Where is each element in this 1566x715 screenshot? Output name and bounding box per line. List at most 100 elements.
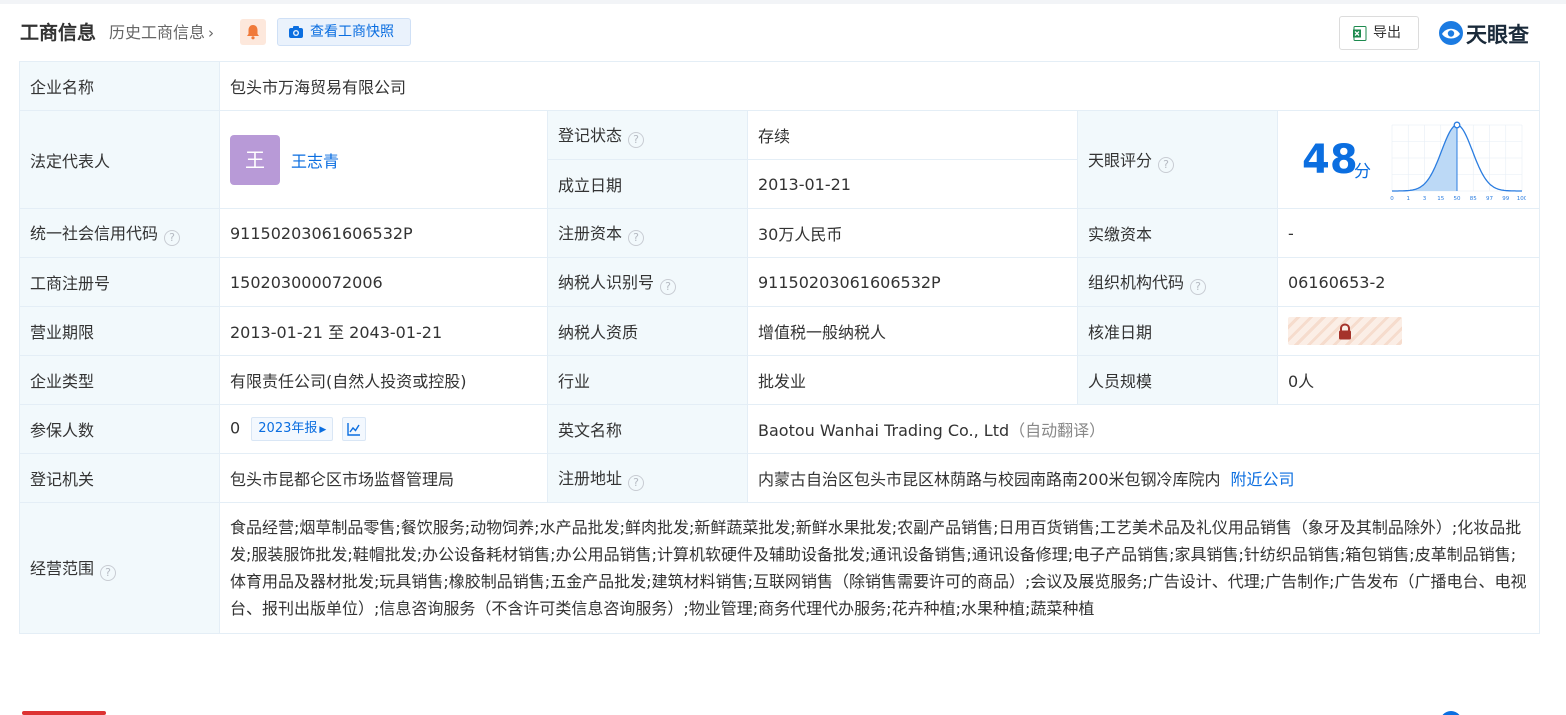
avatar[interactable]: 王 [230,134,280,185]
score-distribution-chart: 0 1 3 15 50 85 97 99 100 [1390,121,1526,202]
reg-capital-label-text: 注册资本 [558,224,623,243]
question-circle-icon[interactable]: ? [660,279,677,295]
section-header: 工商信息 历史工商信息 › 查看工商快照 导出 天眼查 [20,14,1546,52]
table-row: 营业期限 2013-01-21 至 2043-01-21 纳税人资质 增值税一般… [19,306,1541,356]
paid-capital-label: 实缴资本 [1077,208,1278,258]
tianyan-score-cell[interactable]: 48 分 0 1 3 15 50 85 97 99 100 [1276,110,1541,209]
biz-reg-no-label: 工商注册号 [19,257,220,307]
business-scope-value: 食品经营;烟草制品零售;餐饮服务;动物饲养;水产品批发;鲜肉批发;新鲜蔬菜批发;… [218,502,1541,634]
table-row: 企业名称 包头市万海贸易有限公司 [19,61,1541,111]
lock-icon [1339,323,1351,340]
credit-code-value: 91150203061606532P [219,208,548,258]
credit-code-label-text: 统一社会信用代码 [30,224,159,243]
reg-authority-value: 包头市昆都仑区市场监督管理局 [219,453,548,503]
chart-tick-label: 15 [1437,196,1444,202]
reg-authority-label: 登记机关 [19,453,220,503]
reg-address-value: 内蒙古自治区包头市昆区林荫路与校园南路南200米包钢冷库院内 [758,470,1221,489]
english-name-cell: Baotou Wanhai Trading Co., Ltd（自动翻译） [746,404,1541,454]
chart-tick-label: 99 [1502,196,1509,202]
question-circle-icon[interactable]: ? [628,132,645,148]
term-label: 营业期限 [19,306,220,356]
tianyan-score-label-text: 天眼评分 [1088,150,1153,170]
history-link-label: 历史工商信息 [109,23,206,42]
trend-chart-icon[interactable] [342,417,367,441]
taxpayer-qual-label: 纳税人资质 [547,306,748,356]
chart-tick-label: 100 [1517,196,1526,202]
industry-label: 行业 [547,355,748,405]
chart-tick-label: 85 [1470,196,1477,202]
taxpayer-qual-value: 增值税一般纳税人 [747,306,1078,356]
company-name-value: 包头市万海贸易有限公司 [218,61,1541,111]
table-row: 企业类型 有限责任公司(自然人投资或控股) 行业 批发业 人员规模 0人 [19,355,1541,405]
chevron-right-icon: › [208,24,215,42]
org-code-value: 06160653-2 [1276,257,1541,307]
founded-label: 成立日期 [547,159,748,209]
reg-status-label-text: 登记状态 [558,126,623,145]
table-row: 参保人数 0 2023年报 ▶ 英文名称 Baotou Wanhai Tradin… [19,404,1541,454]
table-row: 工商注册号 150203000072006 纳税人识别号? 9115020306… [19,257,1541,307]
table-row: 登记机关 包头市昆都仑区市场监督管理局 注册地址? 内蒙古自治区包头市昆区林荫路… [19,453,1541,503]
next-section-icon [1440,711,1462,715]
annual-report-tag[interactable]: 2023年报 ▶ [251,417,334,441]
table-row: 统一社会信用代码? 91150203061606532P 注册资本? 30万人民… [19,208,1541,258]
company-type-value: 有限责任公司(自然人投资或控股) [219,355,548,405]
snapshot-button-label: 查看工商快照 [310,24,394,40]
credit-code-label: 统一社会信用代码? [19,208,220,258]
table-row: 经营范围? 食品经营;烟草制品零售;餐饮服务;动物饲养;水产品批发;鲜肉批发;新… [19,502,1541,634]
history-business-info-link[interactable]: 历史工商信息 › [109,19,214,43]
taxpayer-id-value: 91150203061606532P [747,257,1078,307]
industry-value: 批发业 [747,355,1078,405]
tianyan-score-label: 天眼评分? [1077,110,1278,209]
paid-capital-value: - [1276,208,1541,258]
export-button[interactable]: 导出 [1339,16,1419,50]
business-info-table: 企业名称 包头市万海贸易有限公司 法定代表人 王王志青 登记状态? 存续 天眼评… [19,61,1541,634]
table-row: 法定代表人 王王志青 登记状态? 存续 天眼评分? 48 分 0 1 3 15 50 85… [19,110,1541,209]
caret-right-icon: ▶ [319,425,327,435]
legal-rep-link[interactable]: 王志青 [291,152,339,171]
question-circle-icon[interactable]: ? [1158,156,1175,173]
reg-capital-label: 注册资本? [547,208,748,258]
next-section-title-accent [22,711,106,715]
insured-value: 0 [230,418,241,438]
nearby-companies-link[interactable]: 附近公司 [1231,470,1295,489]
view-snapshot-button[interactable]: 查看工商快照 [277,18,411,46]
approval-date-cell [1276,306,1541,356]
company-name-label: 企业名称 [19,61,220,111]
scope-label: 经营范围? [19,502,220,634]
founded-value: 2013-01-21 [747,159,1078,209]
reg-status-value: 存续 [747,110,1078,160]
question-circle-icon[interactable]: ? [1190,279,1207,295]
reg-address-cell: 内蒙古自治区包头市昆区林荫路与校园南路南200米包钢冷库院内 附近公司 [746,453,1541,503]
bell-icon[interactable] [240,19,266,45]
staff-size-label: 人员规模 [1077,355,1278,405]
org-code-label-text: 组织机构代码 [1088,273,1185,292]
logo-text: 天眼查 [1466,23,1529,47]
excel-icon [1353,26,1367,41]
org-code-label: 组织机构代码? [1077,257,1278,307]
chart-tick-label: 1 [1407,196,1411,202]
insured-label: 参保人数 [19,404,220,454]
company-type-label: 企业类型 [19,355,220,405]
reg-capital-value: 30万人民币 [747,208,1078,258]
chart-tick-label: 97 [1486,196,1493,202]
staff-size-value: 0人 [1276,355,1541,405]
chart-tick-label: 0 [1390,196,1394,202]
question-circle-icon[interactable]: ? [164,230,181,246]
question-circle-icon[interactable]: ? [628,230,645,246]
tianyancha-logo: 天眼查 [1438,17,1546,47]
locked-value[interactable] [1288,317,1402,345]
term-value: 2013-01-21 至 2043-01-21 [219,306,548,356]
question-circle-icon[interactable]: ? [628,475,645,491]
scope-label-text: 经营范围 [30,559,95,578]
section-title: 工商信息 [20,22,97,44]
export-button-label: 导出 [1373,25,1401,41]
biz-reg-no-value: 150203000072006 [219,257,548,307]
question-circle-icon[interactable]: ? [100,565,117,581]
english-name-label: 英文名称 [547,404,748,454]
reg-address-label-text: 注册地址 [558,469,623,488]
score-unit: 分 [1354,162,1371,182]
score-marker-point [1453,121,1461,129]
reg-address-label: 注册地址? [547,453,748,503]
chart-tick-label: 3 [1423,196,1427,202]
top-divider [0,0,1566,4]
